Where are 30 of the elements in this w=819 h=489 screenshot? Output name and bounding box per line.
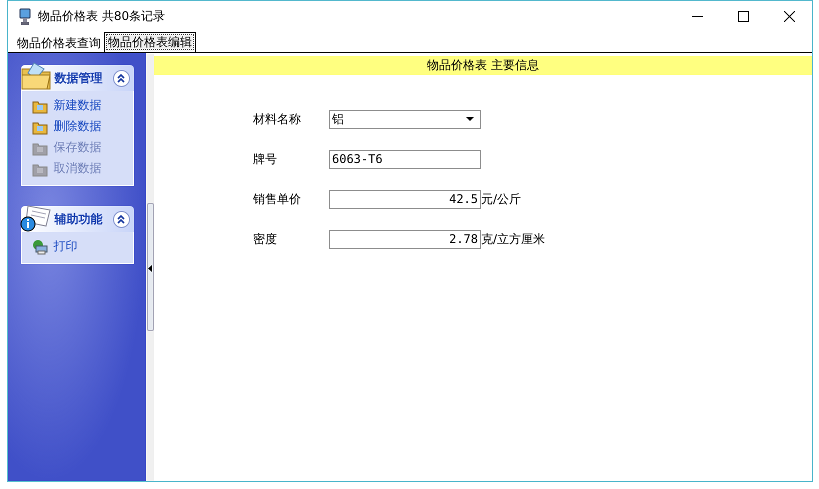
computer-icon bbox=[18, 8, 32, 26]
unit-label: 元/公斤 bbox=[481, 190, 522, 208]
dropdown-field[interactable]: 铝 bbox=[329, 110, 481, 128]
sidebar-item[interactable]: 新建数据 bbox=[32, 97, 132, 114]
unit-label: 克/立方厘米 bbox=[481, 230, 546, 248]
tab[interactable]: 物品价格表查询 bbox=[14, 34, 104, 52]
collapse-button[interactable] bbox=[112, 70, 130, 86]
group-title: 辅助功能 bbox=[54, 210, 104, 228]
maximize-icon bbox=[738, 11, 748, 22]
field-label: 材料名称 bbox=[253, 110, 302, 128]
close-icon bbox=[784, 11, 794, 22]
field-label: 销售单价 bbox=[253, 190, 302, 208]
scrollbar[interactable] bbox=[147, 203, 154, 331]
chevron-up-icon bbox=[116, 214, 126, 224]
dropdown-arrow-icon bbox=[466, 117, 474, 121]
input-field[interactable]: 42.5 bbox=[329, 190, 481, 208]
sidebar-item[interactable]: 删除数据 bbox=[32, 118, 132, 135]
field-label: 牌号 bbox=[253, 150, 278, 168]
field-label: 密度 bbox=[253, 230, 278, 248]
folder-icon bbox=[20, 61, 54, 91]
window-title: 物品价格表 共80条记录 bbox=[38, 8, 166, 25]
tab[interactable]: 物品价格表编辑 bbox=[104, 32, 196, 52]
chevron-up-icon bbox=[116, 73, 126, 83]
section-header: 物品价格表 主要信息 bbox=[154, 56, 812, 75]
collapse-arrow-icon[interactable] bbox=[148, 265, 152, 272]
collapse-button[interactable] bbox=[112, 210, 130, 228]
printer-icon bbox=[32, 238, 48, 254]
input-field[interactable]: 2.78 bbox=[329, 230, 481, 248]
group-title: 数据管理 bbox=[54, 70, 104, 86]
input-field[interactable]: 6063-T6 bbox=[329, 150, 481, 168]
